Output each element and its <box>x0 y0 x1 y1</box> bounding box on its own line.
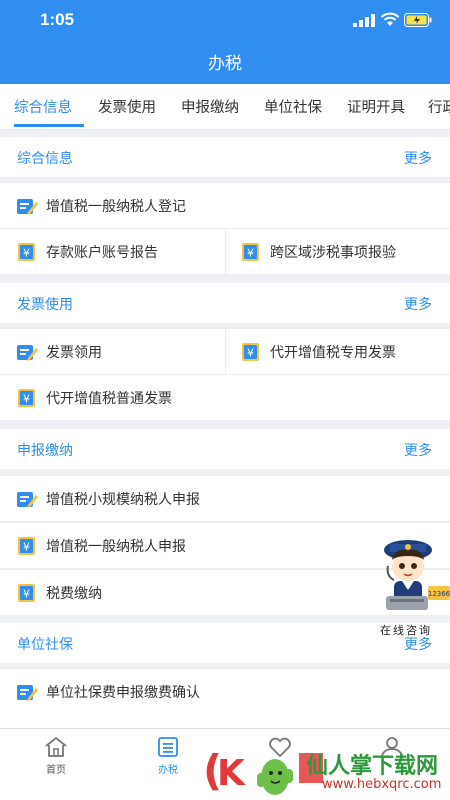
divider <box>225 229 226 275</box>
list-row: 增值税一般纳税人登记 <box>0 182 450 228</box>
list-row: ¥ 存款账户账号报告 ¥ 跨区域涉税事项报验 <box>0 228 450 275</box>
tab-comprehensive-info[interactable]: 综合信息 <box>14 96 72 117</box>
list-icon <box>158 737 178 757</box>
service-item-label: 增值税小规模纳税人申报 <box>46 492 200 508</box>
signal-icon <box>353 14 375 27</box>
status-bar: 1:05 <box>0 0 450 44</box>
service-item-vat-small-scale-declaration[interactable]: 增值税小规模纳税人申报 <box>16 476 200 522</box>
section-title: 发票使用 <box>17 297 73 313</box>
home-icon <box>45 736 67 757</box>
service-item-social-security-confirm[interactable]: 单位社保费申报缴费确认 <box>16 669 200 715</box>
tab-unit-social-security[interactable]: 单位社保 <box>264 96 322 117</box>
svg-text:¥: ¥ <box>23 541 30 554</box>
service-item-vat-general-declaration[interactable]: ¥ 增值税一般纳税人申报 <box>16 523 186 569</box>
edit-form-icon <box>17 345 38 361</box>
nav-bar: 办税 <box>0 44 450 84</box>
service-item-label: 存款账户账号报告 <box>46 245 158 261</box>
page-title: 办税 <box>208 54 242 73</box>
tab-invoice-use[interactable]: 发票使用 <box>98 96 156 117</box>
active-tab-indicator <box>14 124 84 127</box>
yuan-doc-icon: ¥ <box>18 584 35 602</box>
wifi-icon <box>380 12 400 26</box>
tab-certificate-issue[interactable]: 证明开具 <box>347 96 405 117</box>
section-title: 综合信息 <box>17 151 73 167</box>
status-time: 1:05 <box>40 10 75 29</box>
service-item-cross-region-tax-report[interactable]: ¥ 跨区域涉税事项报验 <box>240 229 396 275</box>
online-consult-button[interactable]: 12366 在线咨询 <box>372 530 450 640</box>
service-item-tax-payment[interactable]: ¥ 税费缴纳 <box>16 570 102 616</box>
divider <box>225 329 226 375</box>
service-item-label: 跨区域涉税事项报验 <box>270 245 396 261</box>
list-row: 发票领用 ¥ 代开增值税专用发票 <box>0 328 450 375</box>
yuan-doc-icon: ¥ <box>18 537 35 555</box>
tabbar-tax[interactable]: 办税 <box>138 735 198 776</box>
tab-declaration-payment[interactable]: 申报缴纳 <box>181 96 239 117</box>
more-link[interactable]: 更多 <box>404 148 432 168</box>
more-link[interactable]: 更多 <box>404 440 432 460</box>
section-header-declaration: 申报缴纳 更多 <box>0 429 450 469</box>
service-item-label: 发票领用 <box>46 345 102 361</box>
consult-label: 在线咨询 <box>380 624 432 637</box>
service-item-label: 代开增值税专用发票 <box>270 345 396 361</box>
tab-administrative[interactable]: 行政 <box>428 96 450 117</box>
service-item-label: 增值税一般纳税人登记 <box>46 199 186 215</box>
svg-text:¥: ¥ <box>247 347 254 360</box>
svg-text:¥: ¥ <box>23 247 30 260</box>
consult-mascot-icon: 12366 <box>384 540 450 610</box>
edit-form-icon <box>17 199 38 215</box>
tabbar-label: 首页 <box>46 765 66 776</box>
service-item-label: 增值税一般纳税人申报 <box>46 539 186 555</box>
list-row: 增值税小规模纳税人申报 <box>0 475 450 521</box>
section-header-invoice: 发票使用 更多 <box>0 283 450 323</box>
edit-form-icon <box>17 492 38 508</box>
svg-text:¥: ¥ <box>23 588 30 601</box>
section-title: 单位社保 <box>17 637 73 653</box>
watermark-text: 仙人掌下载网 <box>306 754 439 779</box>
more-link[interactable]: 更多 <box>404 294 432 314</box>
consult-badge: 12366 <box>428 590 450 598</box>
section-gap <box>0 275 450 283</box>
yuan-doc-icon: ¥ <box>18 389 35 407</box>
category-tabs: 综合信息 发票使用 申报缴纳 单位社保 证明开具 行政 <box>0 84 450 130</box>
list-row: 单位社保费申报缴费确认 <box>0 668 450 728</box>
svg-text:¥: ¥ <box>23 393 30 406</box>
section-header-comprehensive: 综合信息 更多 <box>0 137 450 177</box>
yuan-doc-icon: ¥ <box>242 243 259 261</box>
list-row: ¥ 代开增值税普通发票 <box>0 374 450 420</box>
service-item-deposit-account-report[interactable]: ¥ 存款账户账号报告 <box>16 229 158 275</box>
svg-text:¥: ¥ <box>247 247 254 260</box>
service-item-label: 税费缴纳 <box>46 586 102 602</box>
watermark-url: www.hebxqrc.com <box>322 777 442 792</box>
service-item-invoice-claim[interactable]: 发票领用 <box>16 329 102 375</box>
service-item-label: 代开增值税普通发票 <box>46 391 172 407</box>
battery-icon <box>404 13 432 27</box>
svg-text:K: K <box>217 753 246 794</box>
service-item-vat-ordinary-invoice[interactable]: ¥ 代开增值税普通发票 <box>16 375 172 421</box>
tabbar-home[interactable]: 首页 <box>26 735 86 776</box>
tabbar-label: 办税 <box>158 765 178 776</box>
service-item-vat-special-invoice[interactable]: ¥ 代开增值税专用发票 <box>240 329 396 375</box>
yuan-doc-icon: ¥ <box>18 243 35 261</box>
section-gap <box>0 421 450 429</box>
service-item-vat-general-registration[interactable]: 增值税一般纳税人登记 <box>16 183 186 229</box>
edit-form-icon <box>17 685 38 701</box>
section-title: 申报缴纳 <box>17 443 73 459</box>
service-item-label: 单位社保费申报缴费确认 <box>46 685 200 701</box>
yuan-doc-icon: ¥ <box>242 343 259 361</box>
